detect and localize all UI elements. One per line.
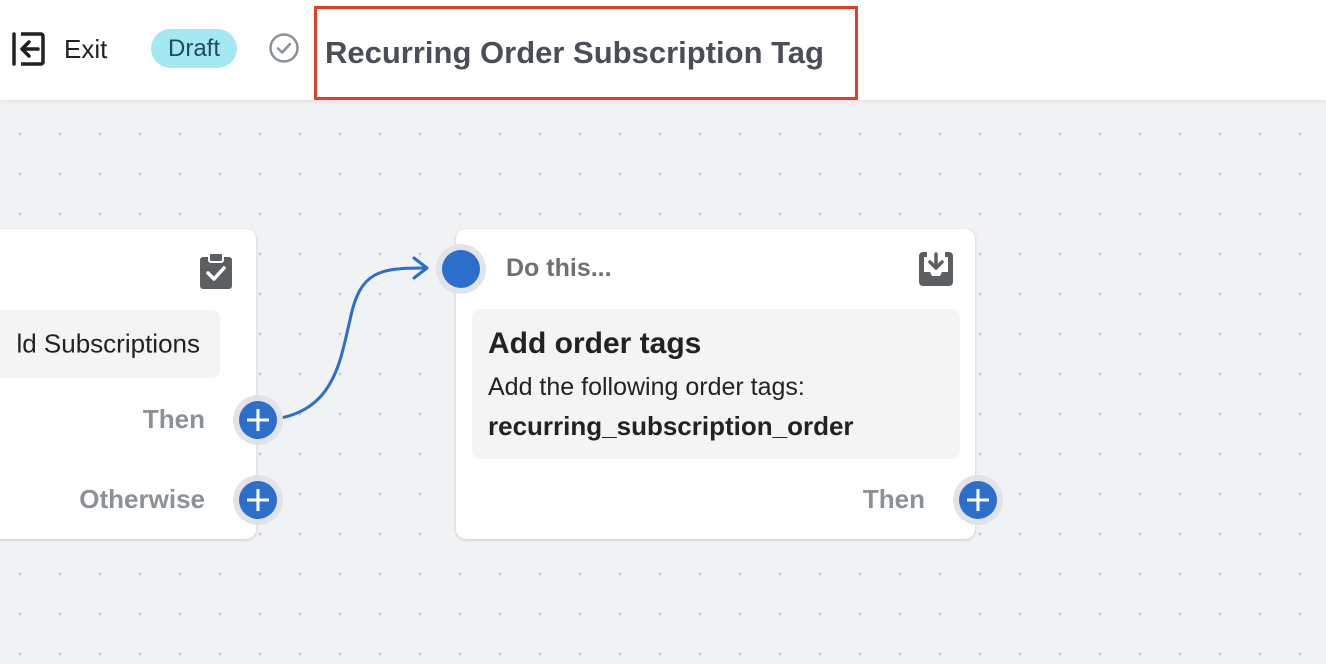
action-card[interactable]: Do this... Add order tags Add the follow… (456, 229, 975, 539)
plus-icon (959, 481, 997, 519)
condition-item[interactable]: ld Subscriptions (0, 310, 220, 378)
condition-card[interactable]: ld Subscriptions Then Otherwise (0, 229, 256, 539)
exit-icon (12, 32, 45, 66)
exit-label: Exit (64, 33, 108, 64)
then-branch-label: Then (142, 404, 205, 434)
plus-icon (239, 481, 277, 519)
tray-download-icon (919, 252, 953, 286)
workflow-title-container[interactable]: Recurring Order Subscription Tag (314, 6, 858, 100)
status-badge: Draft (151, 29, 238, 68)
otherwise-branch-label: Otherwise (79, 484, 205, 514)
then-add-step-button[interactable] (233, 395, 283, 445)
action-item[interactable]: Add order tags Add the following order t… (472, 309, 960, 459)
otherwise-add-step-button[interactable] (233, 475, 283, 525)
action-card-heading: Do this... (506, 254, 612, 282)
action-description: Add the following order tags: (488, 373, 805, 401)
condition-text: ld Subscriptions (16, 328, 200, 359)
action-input-port[interactable] (436, 244, 486, 294)
workflow-title: Recurring Order Subscription Tag (325, 35, 824, 70)
action-then-add-step-button[interactable] (953, 475, 1003, 525)
action-then-label: Then (862, 484, 925, 514)
action-title: Add order tags (488, 327, 702, 360)
check-circle-icon (269, 33, 299, 63)
exit-button[interactable]: Exit (10, 30, 107, 68)
action-tag-value: recurring_subscription_order (488, 411, 854, 441)
clipboard-check-icon (200, 252, 232, 289)
top-bar: Exit Draft Recurring Order Subscription … (0, 0, 1326, 100)
input-port-dot (442, 250, 480, 288)
plus-icon (239, 401, 277, 439)
